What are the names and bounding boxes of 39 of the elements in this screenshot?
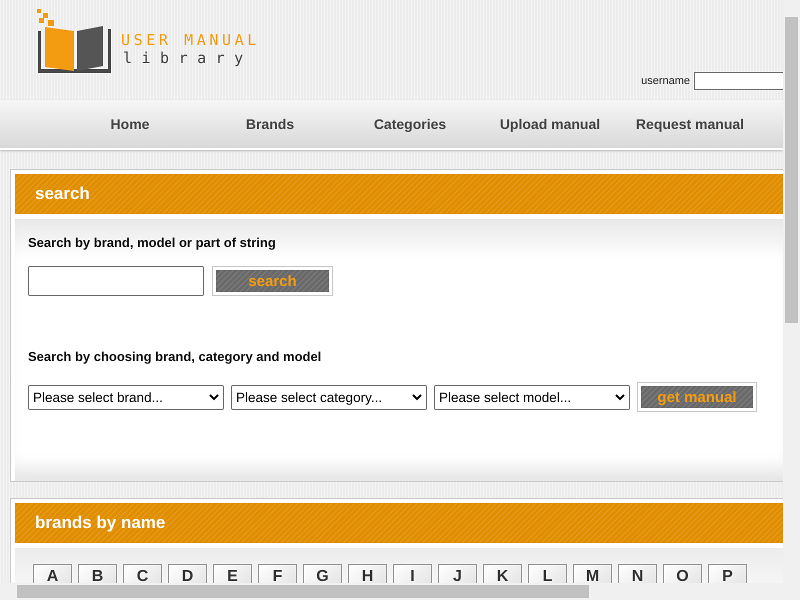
letter-button[interactable]: N [618, 564, 657, 583]
letter-button[interactable]: C [123, 564, 162, 583]
dropdown[interactable]: Please select model... [434, 384, 630, 410]
logo-title: USER MANUAL [121, 31, 260, 49]
chevron-down-icon [209, 394, 219, 400]
letter-button[interactable]: M [573, 564, 612, 583]
letter-button[interactable]: L [528, 564, 567, 583]
book-logo-icon [37, 9, 111, 75]
chevron-down-icon [615, 394, 625, 400]
chevron-down-icon [412, 394, 422, 400]
panel-title: search [35, 184, 90, 204]
letter-button[interactable]: K [483, 564, 522, 583]
search-field[interactable] [28, 266, 204, 296]
username-label: username [641, 75, 690, 87]
letter-button[interactable]: I [393, 564, 432, 583]
letter-button[interactable]: B [78, 564, 117, 583]
letter-button[interactable]: F [258, 564, 297, 583]
letter-button[interactable]: P [708, 564, 747, 583]
dropdown[interactable]: Please select category... [231, 384, 427, 410]
letter-button[interactable]: G [303, 564, 342, 583]
letter-button[interactable]: H [348, 564, 387, 583]
nav-link[interactable]: Home [60, 116, 200, 132]
horizontal-scrollbar[interactable] [0, 583, 800, 600]
section-label: Search by choosing brand, category and model [28, 349, 322, 364]
logo-subtitle: library [122, 49, 254, 67]
nav-link[interactable]: Upload manual [480, 116, 620, 132]
vertical-scrollbar[interactable] [783, 0, 800, 583]
letter-button[interactable]: O [663, 564, 702, 583]
dropdown[interactable]: Please select brand... [28, 384, 224, 410]
username-field[interactable] [694, 72, 783, 90]
nav-link[interactable]: Categories [340, 116, 480, 132]
nav-link[interactable]: Brands [200, 116, 340, 132]
section-label: Search by brand, model or part of string [28, 235, 277, 250]
nav-link[interactable]: Request manual [620, 116, 760, 132]
letter-button[interactable]: D [168, 564, 207, 583]
letter-button[interactable]: E [213, 564, 252, 583]
letter-button[interactable]: A [33, 564, 72, 583]
letter-button[interactable]: J [438, 564, 477, 583]
panel-title: brands by name [35, 513, 166, 533]
